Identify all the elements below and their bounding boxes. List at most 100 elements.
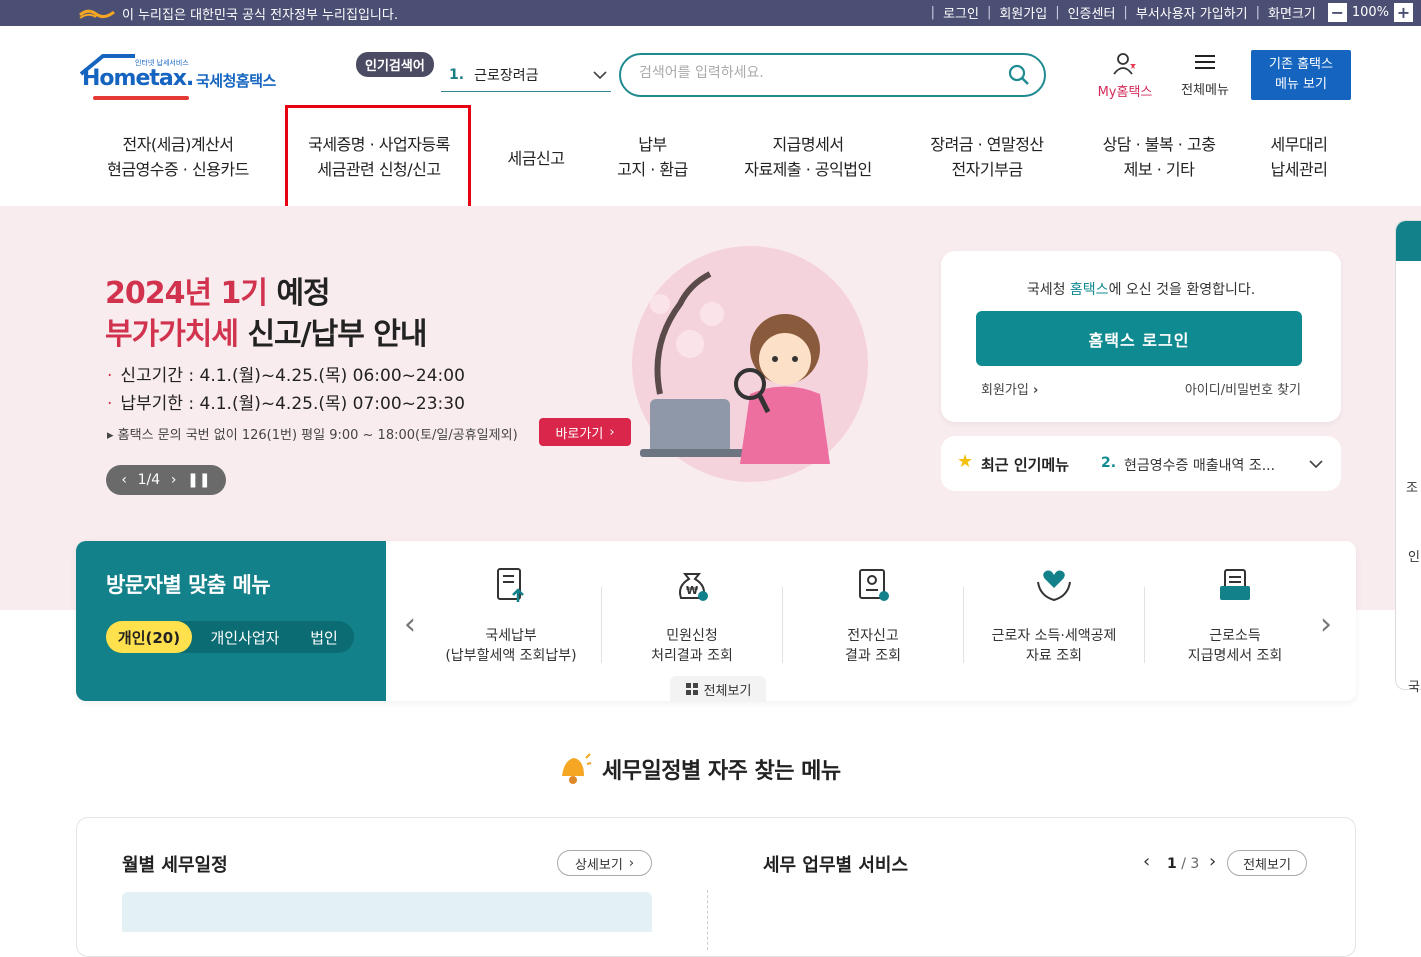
tab-corporation[interactable]: 법인	[296, 621, 352, 653]
tax-services-title: 세무 업무별 서비스	[763, 855, 909, 876]
slide-next-icon[interactable]: ›	[171, 472, 177, 488]
stamp-document-icon	[859, 569, 889, 601]
visitor-menu-header: 방문자별 맞춤 메뉴 개인(20) 개인사업자 법인	[76, 541, 386, 701]
payment-deadline-value: 4.1.(월)~4.25.(목) 07:00~23:30	[199, 394, 465, 414]
nav-line: 현금영수증 · 신용카드	[107, 160, 249, 179]
banner-title-line1: 2024년 1기 예정	[105, 268, 331, 312]
nav-payment[interactable]: 납부고지 · 환급	[605, 132, 700, 182]
section-title: 세무일정별 자주 찾는 메뉴	[556, 752, 841, 786]
nav-tax-agent[interactable]: 세무대리 납세관리	[1258, 132, 1340, 182]
detail-view-label: 상세보기	[574, 857, 623, 873]
nav-line: 상담 · 불복 · 고충	[1102, 135, 1216, 154]
signup-link-top[interactable]: 회원가입	[999, 3, 1047, 22]
payment-deadline-label: 납부기한 :	[120, 394, 200, 414]
nav-e-invoice[interactable]: 전자(세금)계산서 현금영수증 · 신용카드	[92, 132, 264, 182]
recent-popular-item: 현금영수증 매출내역 조...	[1124, 458, 1276, 474]
slide-counter: 1/4	[137, 472, 161, 488]
prev-arrow-icon[interactable]: ‹	[404, 607, 416, 642]
services-view-all-button[interactable]: 전체보기	[1227, 850, 1307, 876]
hometax-logo[interactable]: 인터넷 납세서비스 Hometax. 국세청홈택스	[79, 52, 294, 104]
gov-notice-text: 이 누리집은 대한민국 공식 전자정부 누리집입니다.	[122, 8, 398, 23]
my-hometax-button[interactable]: My홈택스	[1090, 52, 1160, 100]
quick-menu-edge[interactable]: 조 인 국	[1395, 220, 1421, 695]
nav-incentive-yearend[interactable]: 장려금 · 연말정산 전자기부금	[914, 132, 1060, 182]
all-menu-label: 전체메뉴	[1181, 83, 1229, 98]
nav-line: 장려금 · 연말정산	[930, 135, 1044, 154]
banner-title-highlight: 2024년 1기	[105, 276, 268, 311]
menu-e-filing[interactable]: 전자신고 결과 조회	[788, 566, 958, 666]
calendar-strip	[122, 892, 652, 932]
highlight-box	[285, 105, 471, 209]
all-menu-button[interactable]: 전체메뉴	[1173, 52, 1237, 98]
menu-sublabel: 지급명세서 조회	[1187, 648, 1283, 664]
pause-icon[interactable]: ❚❚	[187, 472, 210, 488]
menu-label: 민원신청	[666, 628, 718, 644]
visitor-tabs: 개인(20) 개인사업자 법인	[106, 621, 354, 653]
welcome-pre: 국세청	[1026, 282, 1070, 298]
chevron-right-icon: ›	[628, 855, 635, 871]
menu-earned-income-statement[interactable]: 근로소득 지급명세서 조회	[1150, 566, 1320, 666]
hands-heart-icon	[1037, 570, 1071, 602]
gov-symbol-icon	[79, 9, 115, 19]
gov-banner: 이 누리집은 대한민국 공식 전자정부 누리집입니다. | 로그인 | 회원가입…	[0, 0, 1421, 26]
nav-line: 지급명세서	[772, 135, 844, 154]
search-icon[interactable]	[1008, 64, 1030, 86]
column-divider	[707, 890, 708, 950]
edge-text-2: 인	[1408, 550, 1420, 565]
tab-individual-business[interactable]: 개인사업자	[198, 621, 292, 653]
banner-title-highlight: 부가가치세	[105, 317, 239, 352]
popular-search-select[interactable]: 1. 근로장려금	[441, 58, 611, 92]
detail-view-button[interactable]: 상세보기 ›	[557, 850, 652, 876]
nav-line: 고지 · 환급	[617, 160, 688, 179]
menu-sublabel: 결과 조회	[845, 648, 901, 664]
visitor-menu-title: 방문자별 맞춤 메뉴	[106, 573, 271, 597]
menu-worker-deduction[interactable]: 근로자 소득·세액공제 자료 조회	[969, 566, 1139, 666]
nav-line: 세무대리	[1270, 135, 1328, 154]
banner-illustration	[632, 246, 868, 482]
login-link[interactable]: 로그인	[943, 3, 979, 22]
login-panel: 국세청 홈택스에 오신 것을 환영합니다. 홈택스 로그인 회원가입 › 아이디…	[941, 251, 1341, 422]
menu-label: 근로자 소득·세액공제	[991, 628, 1117, 644]
chevron-right-icon: ›	[609, 424, 615, 440]
slide-prev-icon[interactable]: ‹	[121, 472, 127, 488]
cert-center-link[interactable]: 인증센터	[1068, 3, 1116, 22]
view-all-button[interactable]: 전체보기	[670, 676, 766, 702]
signup-link[interactable]: 회원가입 ›	[981, 379, 1038, 398]
menu-divider	[963, 587, 964, 663]
zoom-in-button[interactable]: +	[1394, 3, 1413, 22]
nav-tax-filing[interactable]: 세금신고	[495, 146, 577, 171]
edge-text-1: 조	[1406, 481, 1418, 496]
money-bag-icon: ₩	[679, 573, 708, 601]
nav-consult-appeal[interactable]: 상담 · 불복 · 고충 제보 · 기타	[1086, 132, 1232, 182]
login-button[interactable]: 홈택스 로그인	[976, 311, 1302, 366]
page-total: / 3	[1181, 856, 1200, 872]
svg-text:₩: ₩	[686, 584, 698, 597]
recent-popular-menu[interactable]: ★ 최근 인기메뉴 2. 현금영수증 매출내역 조...	[941, 436, 1341, 491]
document-upload-icon	[497, 568, 524, 602]
zoom-out-button[interactable]: −	[1327, 3, 1347, 22]
page-prev-icon[interactable]: ‹	[1143, 851, 1150, 872]
find-id-password-link[interactable]: 아이디/비밀번호 찾기	[1185, 379, 1301, 398]
filing-period-label: 신고기간 :	[120, 366, 200, 386]
tab-individual[interactable]: 개인(20)	[106, 621, 192, 653]
monthly-schedule-title: 월별 세무일정	[122, 855, 228, 876]
menu-civil-petition[interactable]: ₩ 민원신청 처리결과 조회	[607, 566, 777, 666]
dept-user-signup-link[interactable]: 부서사용자 가입하기	[1136, 3, 1248, 22]
page-indicator: 1 / 3	[1167, 856, 1199, 872]
menu-divider	[1144, 587, 1145, 663]
page-next-icon[interactable]: ›	[1209, 851, 1216, 872]
screen-size-label: 화면크기	[1267, 7, 1316, 22]
menu-tax-payment[interactable]: 국세납부 (납부할세액 조회납부)	[426, 566, 596, 666]
chevron-right-icon: ›	[1032, 383, 1039, 398]
search-input[interactable]	[639, 65, 999, 81]
popular-rank: 1.	[449, 66, 465, 83]
goto-button[interactable]: 바로가기 ›	[539, 418, 631, 446]
menu-sublabel: (납부할세액 조회납부)	[445, 648, 577, 664]
page-current: 1	[1167, 856, 1177, 872]
next-arrow-icon[interactable]: ›	[1320, 607, 1332, 642]
nav-payment-statement[interactable]: 지급명세서 자료제출 · 공익법인	[728, 132, 888, 182]
banner-payment-deadline: · 납부기한 : 4.1.(월)~4.25.(목) 07:00~23:30	[107, 394, 465, 414]
zoom-level: 100%	[1351, 5, 1389, 20]
nav-line: 납부	[638, 135, 667, 154]
old-menu-button[interactable]: 기존 홈택스 메뉴 보기	[1251, 50, 1351, 100]
